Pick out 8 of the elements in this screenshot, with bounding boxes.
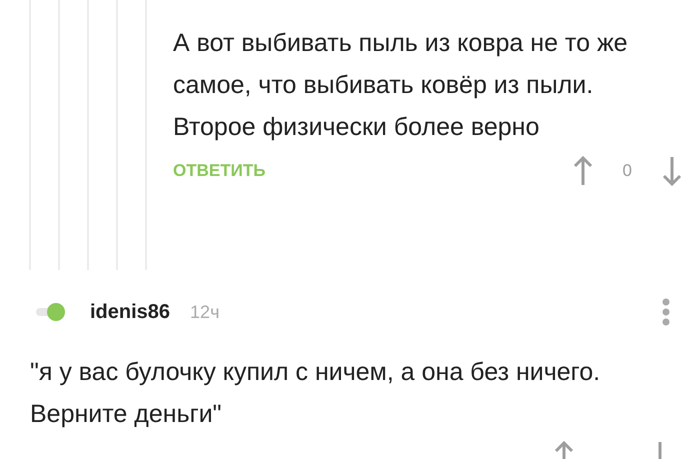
comment-time: 12ч	[190, 300, 220, 324]
comment-text: "я у вас булочку купил с ничем, а она без ничего. Верните деньги"	[29, 357, 602, 430]
upvote-arrow-icon[interactable]	[572, 156, 593, 186]
author-name[interactable]: idenis86	[90, 297, 170, 327]
toggle-icon	[36, 302, 66, 322]
rating-count: 0	[622, 160, 632, 182]
more-options-icon[interactable]	[662, 298, 670, 326]
reply-text: А вот выбивать пыль из ковра не то же самое, что выбивать ковёр из пыли. Второе физически более верно	[173, 28, 629, 143]
